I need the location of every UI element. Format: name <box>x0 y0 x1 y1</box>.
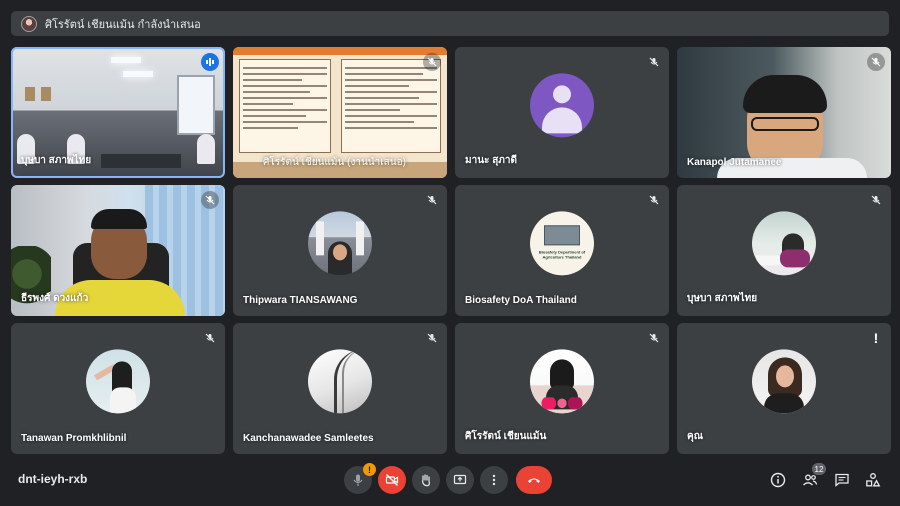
profile-photo: Biosafety Department of Agriculture Thai… <box>530 210 594 275</box>
mic-off-icon <box>867 53 885 71</box>
slide-column <box>239 59 331 153</box>
participants-button[interactable]: 12 <box>800 463 826 490</box>
participant-name: Thipwara TIANSAWANG <box>243 295 358 306</box>
participant-tile[interactable]: Thipwara TIANSAWANG <box>233 185 447 316</box>
ceiling-light <box>123 71 153 77</box>
mic-off-icon <box>645 191 663 209</box>
wall-frame <box>41 87 51 101</box>
present-screen-icon <box>453 474 467 485</box>
call-end-icon <box>528 478 540 483</box>
slide-header <box>233 47 447 55</box>
hand-icon <box>422 474 430 487</box>
mic-off-icon <box>353 474 363 486</box>
participant-name: ธีรพงศ์ ดวงแก้ว <box>21 293 89 304</box>
video-hair <box>91 209 147 229</box>
participants-count-badge: 12 <box>812 463 826 475</box>
window <box>177 75 215 135</box>
mic-off-icon <box>645 329 663 347</box>
leave-call-button[interactable] <box>516 466 552 494</box>
participant-name: มานะ สุภาดี <box>465 155 517 166</box>
participant-name: Biosafety DoA Thailand <box>465 295 577 306</box>
profile-photo <box>530 348 594 413</box>
participant-name: ศิโรรัตน์ เชียนแม้น <box>465 431 547 442</box>
participant-grid: บุษบา สภาพไทย ศิโรรัตน์ เชียนแม้น (งานนำ… <box>11 47 891 454</box>
participant-tile[interactable]: ธีรพงศ์ ดวงแก้ว <box>11 185 225 316</box>
mic-off-icon <box>645 53 663 71</box>
video-hair <box>743 75 827 113</box>
participant-tile[interactable]: ศิโรรัตน์ เชียนแม้น <box>455 323 669 454</box>
mic-off-icon <box>201 329 219 347</box>
slide-column <box>341 59 441 153</box>
participant-tile[interactable]: Tanawan Promkhlibnil <box>11 323 225 454</box>
presenter-avatar <box>21 15 37 32</box>
desk <box>101 154 181 168</box>
mic-off-icon <box>201 191 219 209</box>
wall-frame <box>25 87 35 101</box>
chat-button[interactable] <box>832 470 852 490</box>
mic-toggle-button[interactable]: ! <box>344 463 376 494</box>
avatar-caption: Biosafety Department of Agriculture Thai… <box>538 248 586 259</box>
participant-name: Kanapol Jutamanee <box>687 157 782 168</box>
activities-icon <box>866 473 881 487</box>
more-vert-icon <box>492 474 496 486</box>
profile-photo <box>308 348 372 413</box>
raise-hand-button[interactable] <box>412 466 440 494</box>
mic-off-icon <box>867 191 885 209</box>
presenting-text: ศิโรรัตน์ เชียนแม้น กำลังนำเสนอ <box>45 18 201 31</box>
profile-photo <box>752 348 816 413</box>
presentation-tile[interactable]: ศิโรรัตน์ เชียนแม้น (งานนำเสนอ) <box>233 47 447 178</box>
participant-name: บุษบา สภาพไทย <box>687 293 758 304</box>
presenting-banner: ศิโรรัตน์ เชียนแม้น กำลังนำเสนอ <box>11 11 889 36</box>
participant-name: ศิโรรัตน์ เชียนแม้น (งานนำเสนอ) <box>263 157 406 168</box>
participant-name: คุณ <box>687 431 703 442</box>
participant-name: Kanchanawadee Samleetes <box>243 433 374 444</box>
participant-tile[interactable]: มานะ สุภาดี <box>455 47 669 178</box>
camera-toggle-button[interactable] <box>378 466 406 494</box>
participant-tile[interactable]: Kanapol Jutamanee <box>677 47 891 178</box>
mic-off-icon <box>423 329 441 347</box>
participant-tile[interactable]: Biosafety Department of Agriculture Thai… <box>455 185 669 316</box>
default-avatar-icon <box>530 72 594 137</box>
ceiling-light <box>111 57 141 63</box>
mic-warning-badge: ! <box>363 463 376 476</box>
chat-icon <box>835 473 849 487</box>
participant-name: บุษบา สภาพไทย <box>21 155 92 166</box>
profile-photo <box>308 210 372 275</box>
participant-tile[interactable]: บุษบา สภาพไทย <box>677 185 891 316</box>
video-person <box>197 134 215 164</box>
bottom-control-bar: dnt-ieyh-rxb ! 12 <box>0 462 900 498</box>
participant-tile[interactable]: Kanchanawadee Samleetes <box>233 323 447 454</box>
audio-bars-icon <box>201 53 219 71</box>
self-tile[interactable]: ! คุณ <box>677 323 891 454</box>
participant-name: Tanawan Promkhlibnil <box>21 433 127 444</box>
alert-icon[interactable]: ! <box>867 329 885 347</box>
camera-off-icon <box>385 474 399 486</box>
present-button[interactable] <box>446 466 474 494</box>
meeting-code[interactable]: dnt-ieyh-rxb <box>18 472 87 486</box>
profile-photo <box>752 210 816 275</box>
mic-off-icon <box>423 191 441 209</box>
info-icon <box>770 472 786 488</box>
meeting-details-button[interactable] <box>768 470 788 490</box>
activities-button[interactable] <box>863 470 883 490</box>
participant-tile[interactable]: บุษบา สภาพไทย <box>11 47 225 178</box>
mic-off-icon <box>423 53 441 71</box>
more-options-button[interactable] <box>480 466 508 494</box>
video-glasses <box>751 117 819 131</box>
profile-photo <box>86 348 150 413</box>
